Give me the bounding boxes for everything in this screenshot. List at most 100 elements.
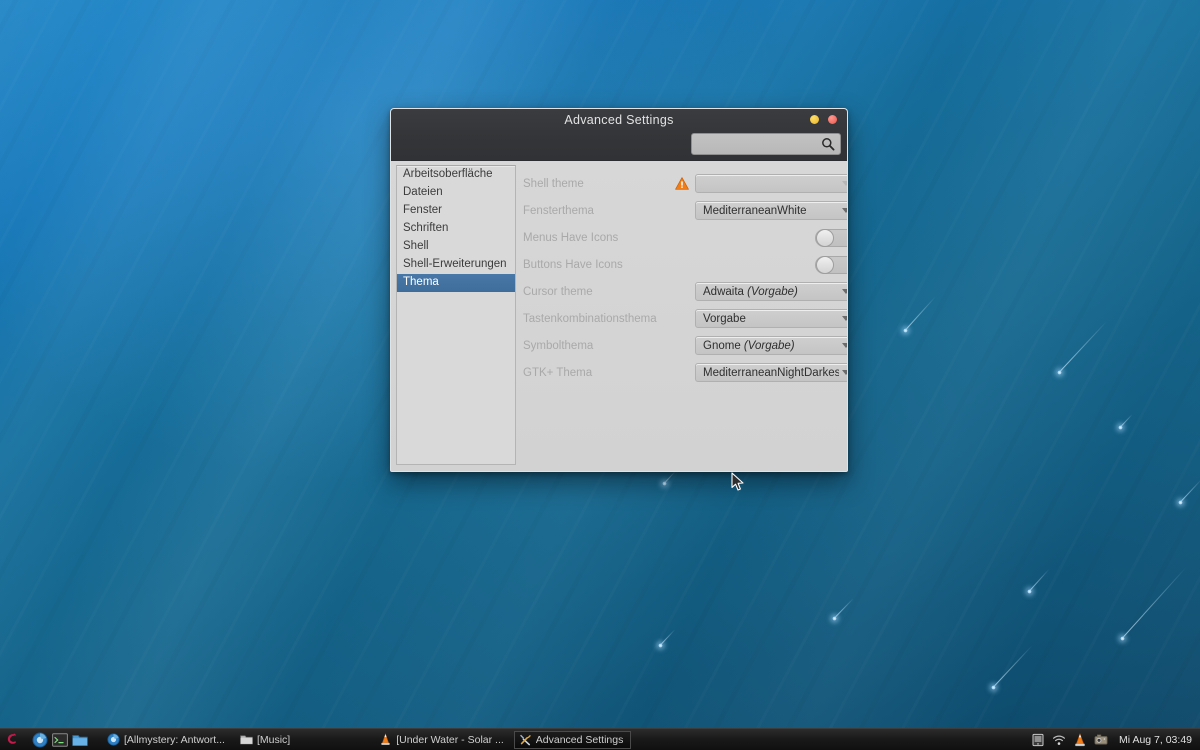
taskbar-button-label: Advanced Settings [535,733,624,746]
setting-control: Vorgabe [675,309,847,328]
setting-row-gtk-thema: GTK+ Thema MediterraneanNightDarkest [523,359,847,386]
keybinding-theme-dropdown[interactable]: Vorgabe [695,309,847,328]
setting-control: Gnome (Vorgabe) [675,336,847,355]
sidebar-item-thema[interactable]: Thema [397,274,515,292]
mouse-cursor [731,472,744,491]
setting-control: MediterraneanNightDarkest [675,363,847,382]
taskbar-button-label: [Allmystery: Antwort... [124,733,225,746]
search-input[interactable] [691,133,841,155]
buttons-have-icons-toggle[interactable] [815,255,847,274]
taskbar-button-label: [Under Water - Solar ... [396,733,504,746]
taskbar-window-buttons: [Allmystery: Antwort... [Music] [Under W… [88,730,1031,749]
chevron-down-icon [842,181,847,186]
setting-label: Fensterthema [523,204,594,217]
setting-row-cursor-theme: Cursor theme Adwaita (Vorgabe) [523,278,847,305]
setting-control: MediterraneanWhite [675,201,847,220]
setting-control: Adwaita (Vorgabe) [675,282,847,301]
sidebar-item-label: Shell-Erweiterungen [403,258,507,270]
chevron-down-icon [842,316,847,321]
tools-icon [519,734,531,746]
keybinding-theme-value: Vorgabe [703,312,746,325]
cursor-theme-dropdown[interactable]: Adwaita (Vorgabe) [695,282,847,301]
setting-row-buttons-have-icons: Buttons Have Icons [523,251,847,278]
setting-row-menus-have-icons: Menus Have Icons [523,224,847,251]
icon-theme-value: Gnome (Vorgabe) [703,339,795,352]
clock[interactable]: Mi Aug 7, 03:49 [1115,734,1192,746]
sidebar-item-label: Dateien [403,186,443,198]
sidebar-item-schriften[interactable]: Schriften [397,220,515,238]
setting-label: Menus Have Icons [523,231,619,244]
setting-label: GTK+ Thema [523,366,593,379]
minimize-button[interactable] [810,115,819,124]
taskbar-button-advanced-settings[interactable]: Advanced Settings [513,730,632,749]
sidebar-item-label: Schriften [403,222,449,234]
advanced-settings-window: Advanced Settings Arbeitsoberfläche Date… [390,108,848,472]
setting-label: Buttons Have Icons [523,258,623,271]
start-menu-button[interactable] [0,729,24,750]
taskbar-button-under-water[interactable]: [Under Water - Solar ... [374,731,512,749]
icon-theme-dropdown[interactable]: Gnome (Vorgabe) [695,336,847,355]
shell-theme-dropdown[interactable] [695,174,847,193]
desktop: Advanced Settings Arbeitsoberfläche Date… [0,0,1200,750]
web-browser-icon [107,733,120,746]
menus-have-icons-toggle[interactable] [815,228,847,247]
setting-row-tastenkombinationsthema: Tastenkombinationsthema Vorgabe [523,305,847,332]
vlc-icon[interactable] [1073,732,1087,747]
sidebar-item-label: Arbeitsoberfläche [403,168,493,180]
window-title: Advanced Settings [564,113,674,127]
setting-control [675,228,847,247]
chevron-down-icon [842,289,847,294]
window-title-bar[interactable]: Advanced Settings [391,109,847,161]
sidebar-item-shell[interactable]: Shell [397,238,515,256]
vlc-icon [381,733,391,745]
gtk-theme-dropdown[interactable]: MediterraneanNightDarkest [695,363,847,382]
sidebar-item-label: Shell [403,240,429,252]
quick-launchers [24,732,88,748]
chevron-down-icon [842,208,847,213]
setting-row-shell-theme: Shell theme [523,170,847,197]
window-controls [810,115,837,124]
gtk-theme-value: MediterraneanNightDarkest [703,366,839,379]
chevron-down-icon [842,370,847,375]
setting-label: Tastenkombinationsthema [523,312,657,325]
taskbar-button-music[interactable]: [Music] [235,731,298,749]
sidebar-item-label: Fenster [403,204,442,216]
taskbar-button-label: [Music] [256,733,291,746]
setting-row-symbolthema: Symbolthema Gnome (Vorgabe) [523,332,847,359]
search-bar [691,133,841,155]
system-tray: Mi Aug 7, 03:49 [1031,732,1200,747]
taskbar: [Allmystery: Antwort... [Music] [Under W… [0,728,1200,750]
sidebar-item-label: Thema [403,276,439,288]
toggle-knob [816,228,834,247]
setting-row-fensterthema: Fensterthema MediterraneanWhite [523,197,847,224]
taskbar-button-allmystery[interactable]: [Allmystery: Antwort... [102,731,233,749]
setting-label: Shell theme [523,177,584,190]
setting-label: Symbolthema [523,339,594,352]
window-theme-value: MediterraneanWhite [703,204,807,217]
webcam-icon[interactable] [1094,733,1108,747]
sidebar-item-fenster[interactable]: Fenster [397,202,515,220]
sidebar-container: Arbeitsoberfläche Dateien Fenster Schrif… [391,161,516,471]
setting-control [675,174,847,193]
close-button[interactable] [828,115,837,124]
warning-icon [675,177,689,190]
display-icon[interactable] [1031,733,1045,747]
folder-icon [240,735,253,745]
debian-logo-icon [7,733,16,744]
file-manager-icon[interactable] [72,732,88,748]
web-browser-icon[interactable] [32,732,48,748]
sidebar-item-shell-erweiterungen[interactable]: Shell-Erweiterungen [397,256,515,274]
terminal-icon[interactable] [52,732,68,748]
window-body: Arbeitsoberfläche Dateien Fenster Schrif… [391,161,847,471]
wifi-icon[interactable] [1052,733,1066,747]
setting-control [675,255,847,274]
settings-panel: Shell theme Fensterthema MediterraneanWh… [516,161,847,471]
sidebar-item-arbeitsoberflaeche[interactable]: Arbeitsoberfläche [397,166,515,184]
cursor-theme-value: Adwaita (Vorgabe) [703,285,798,298]
sidebar-item-dateien[interactable]: Dateien [397,184,515,202]
setting-label: Cursor theme [523,285,593,298]
toggle-knob [816,255,834,274]
window-theme-dropdown[interactable]: MediterraneanWhite [695,201,847,220]
settings-category-list[interactable]: Arbeitsoberfläche Dateien Fenster Schrif… [396,165,516,465]
chevron-down-icon [842,343,847,348]
